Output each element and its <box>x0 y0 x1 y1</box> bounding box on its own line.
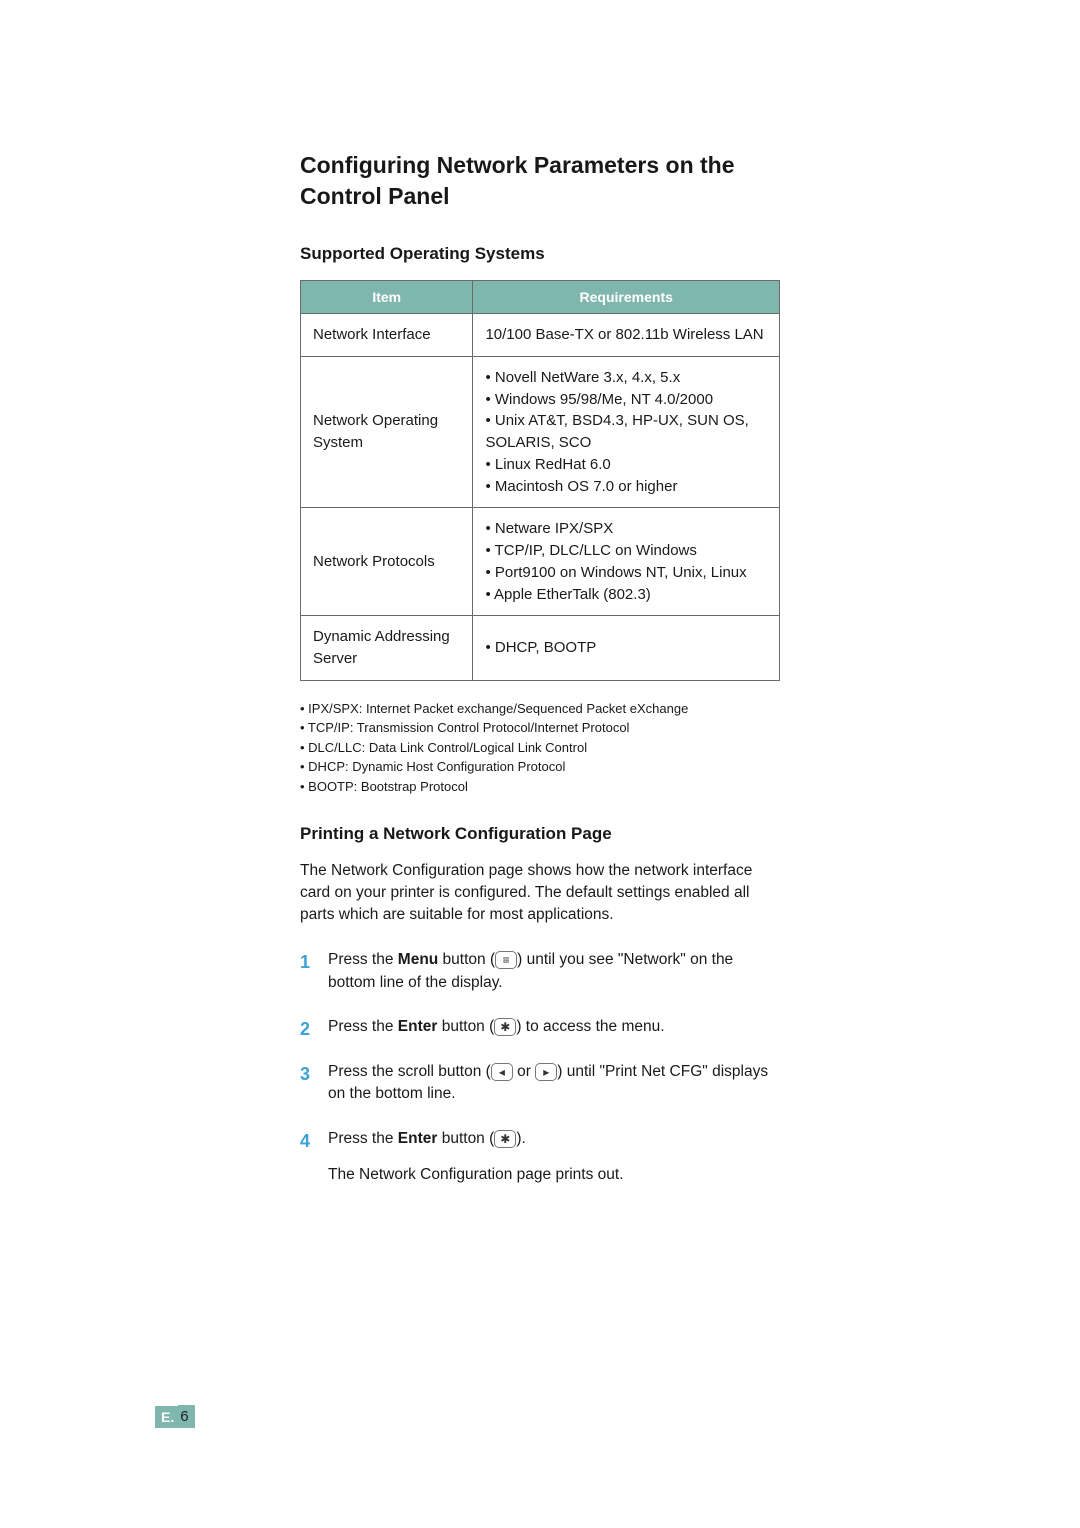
page-number-badge: E.6 <box>155 1405 195 1428</box>
table-cell-item: Network Interface <box>301 314 473 357</box>
left-arrow-icon: ◂ <box>491 1063 513 1081</box>
step-bold: Menu <box>398 951 438 968</box>
step-text: Press the <box>328 1130 398 1147</box>
enter-icon: ✱ <box>494 1130 516 1148</box>
glossary-list: • IPX/SPX: Internet Packet exchange/Sequ… <box>300 699 780 797</box>
step-item: Press the Enter button (✱). The Network … <box>300 1128 780 1187</box>
table-cell-req: • Netware IPX/SPX • TCP/IP, DLC/LLC on W… <box>473 508 780 616</box>
table-row: Network Interface 10/100 Base-TX or 802.… <box>301 314 780 357</box>
table-cell-item: Network Protocols <box>301 508 473 616</box>
right-arrow-icon: ▸ <box>535 1063 557 1081</box>
page-section-label: E. <box>155 1406 178 1428</box>
page-title: Configuring Network Parameters on the Co… <box>300 150 780 212</box>
step-text: ) to access the menu. <box>516 1018 664 1035</box>
table-cell-item: Network Operating System <box>301 356 473 508</box>
step-text: button ( <box>437 1130 494 1147</box>
step-item: Press the scroll button (◂ or ▸) until "… <box>300 1061 780 1106</box>
supported-os-table: Item Requirements Network Interface 10/1… <box>300 280 780 681</box>
table-cell-item: Dynamic Addressing Server <box>301 616 473 681</box>
document-page: Configuring Network Parameters on the Co… <box>0 0 1080 1187</box>
step-item: Press the Menu button (≡) until you see … <box>300 949 780 994</box>
table-row: Network Operating System • Novell NetWar… <box>301 356 780 508</box>
glossary-item: • DHCP: Dynamic Host Configuration Proto… <box>300 757 780 777</box>
table-row: Dynamic Addressing Server • DHCP, BOOTP <box>301 616 780 681</box>
step-text: Press the <box>328 1018 398 1035</box>
step-bold: Enter <box>398 1018 438 1035</box>
step-text: or <box>513 1063 535 1080</box>
section-heading-supported-os: Supported Operating Systems <box>300 244 780 264</box>
glossary-item: • IPX/SPX: Internet Packet exchange/Sequ… <box>300 699 780 719</box>
step-text: Press the <box>328 951 398 968</box>
step-subtext: The Network Configuration page prints ou… <box>328 1164 780 1186</box>
step-text: Press the scroll button ( <box>328 1063 491 1080</box>
step-text: ). <box>516 1130 525 1147</box>
steps-list: Press the Menu button (≡) until you see … <box>300 949 780 1186</box>
menu-icon: ≡ <box>495 951 517 969</box>
table-cell-req: • DHCP, BOOTP <box>473 616 780 681</box>
table-cell-req: 10/100 Base-TX or 802.11b Wireless LAN <box>473 314 780 357</box>
table-header-item: Item <box>301 281 473 314</box>
intro-paragraph: The Network Configuration page shows how… <box>300 860 780 925</box>
page-number: 6 <box>178 1405 194 1428</box>
step-item: Press the Enter button (✱) to access the… <box>300 1016 780 1038</box>
glossary-item: • TCP/IP: Transmission Control Protocol/… <box>300 718 780 738</box>
table-header-requirements: Requirements <box>473 281 780 314</box>
glossary-item: • BOOTP: Bootstrap Protocol <box>300 777 780 797</box>
enter-icon: ✱ <box>494 1018 516 1036</box>
step-text: button ( <box>437 1018 494 1035</box>
glossary-item: • DLC/LLC: Data Link Control/Logical Lin… <box>300 738 780 758</box>
section-heading-print-config: Printing a Network Configuration Page <box>300 824 780 844</box>
table-row: Network Protocols • Netware IPX/SPX • TC… <box>301 508 780 616</box>
step-bold: Enter <box>398 1130 438 1147</box>
step-text: button ( <box>438 951 495 968</box>
table-cell-req: • Novell NetWare 3.x, 4.x, 5.x • Windows… <box>473 356 780 508</box>
